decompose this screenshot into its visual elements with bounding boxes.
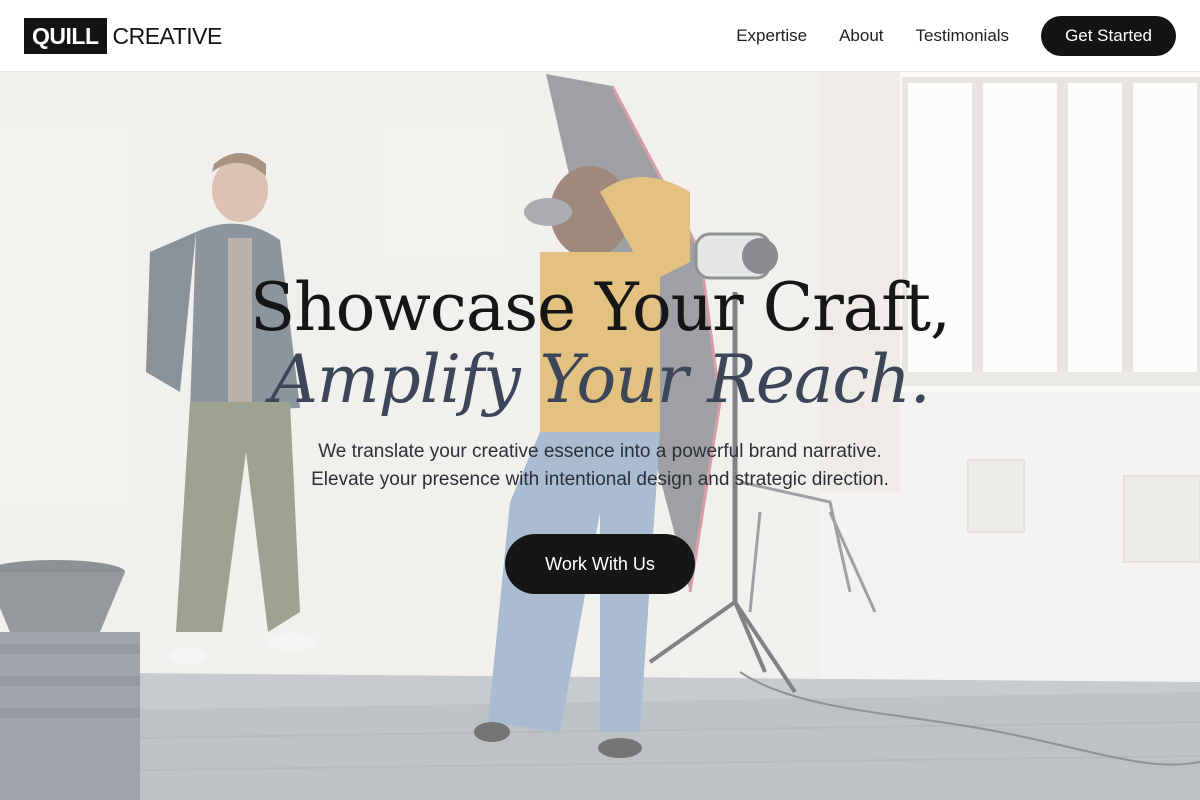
- get-started-button[interactable]: Get Started: [1041, 15, 1176, 56]
- nav-link-about[interactable]: About: [839, 26, 883, 46]
- hero-subtext-line1: We translate your creative essence into …: [318, 441, 882, 462]
- logo-mark: QUILL: [24, 17, 107, 54]
- brand-logo[interactable]: QUILL CREATIVE: [24, 17, 223, 54]
- hero-section: Showcase Your Craft, Amplify Your Reach.…: [0, 72, 1200, 800]
- work-with-us-button[interactable]: Work With Us: [505, 534, 695, 594]
- hero-content: Showcase Your Craft, Amplify Your Reach.…: [0, 272, 1200, 594]
- hero-subtext: We translate your creative essence into …: [0, 438, 1200, 494]
- nav-link-testimonials[interactable]: Testimonials: [916, 26, 1010, 46]
- main-nav: Expertise About Testimonials Get Started: [736, 15, 1176, 56]
- landing-page: QUILL CREATIVE Expertise About Testimoni…: [0, 0, 1200, 800]
- hero-headline-line2: Amplify Your Reach.: [270, 341, 931, 418]
- hero-subtext-line2: Elevate your presence with intentional d…: [311, 469, 889, 490]
- logo-wordmark: CREATIVE: [112, 22, 223, 49]
- hero-headline-line1: Showcase Your Craft,: [249, 269, 951, 346]
- site-header: QUILL CREATIVE Expertise About Testimoni…: [0, 0, 1200, 72]
- nav-link-expertise[interactable]: Expertise: [736, 26, 807, 46]
